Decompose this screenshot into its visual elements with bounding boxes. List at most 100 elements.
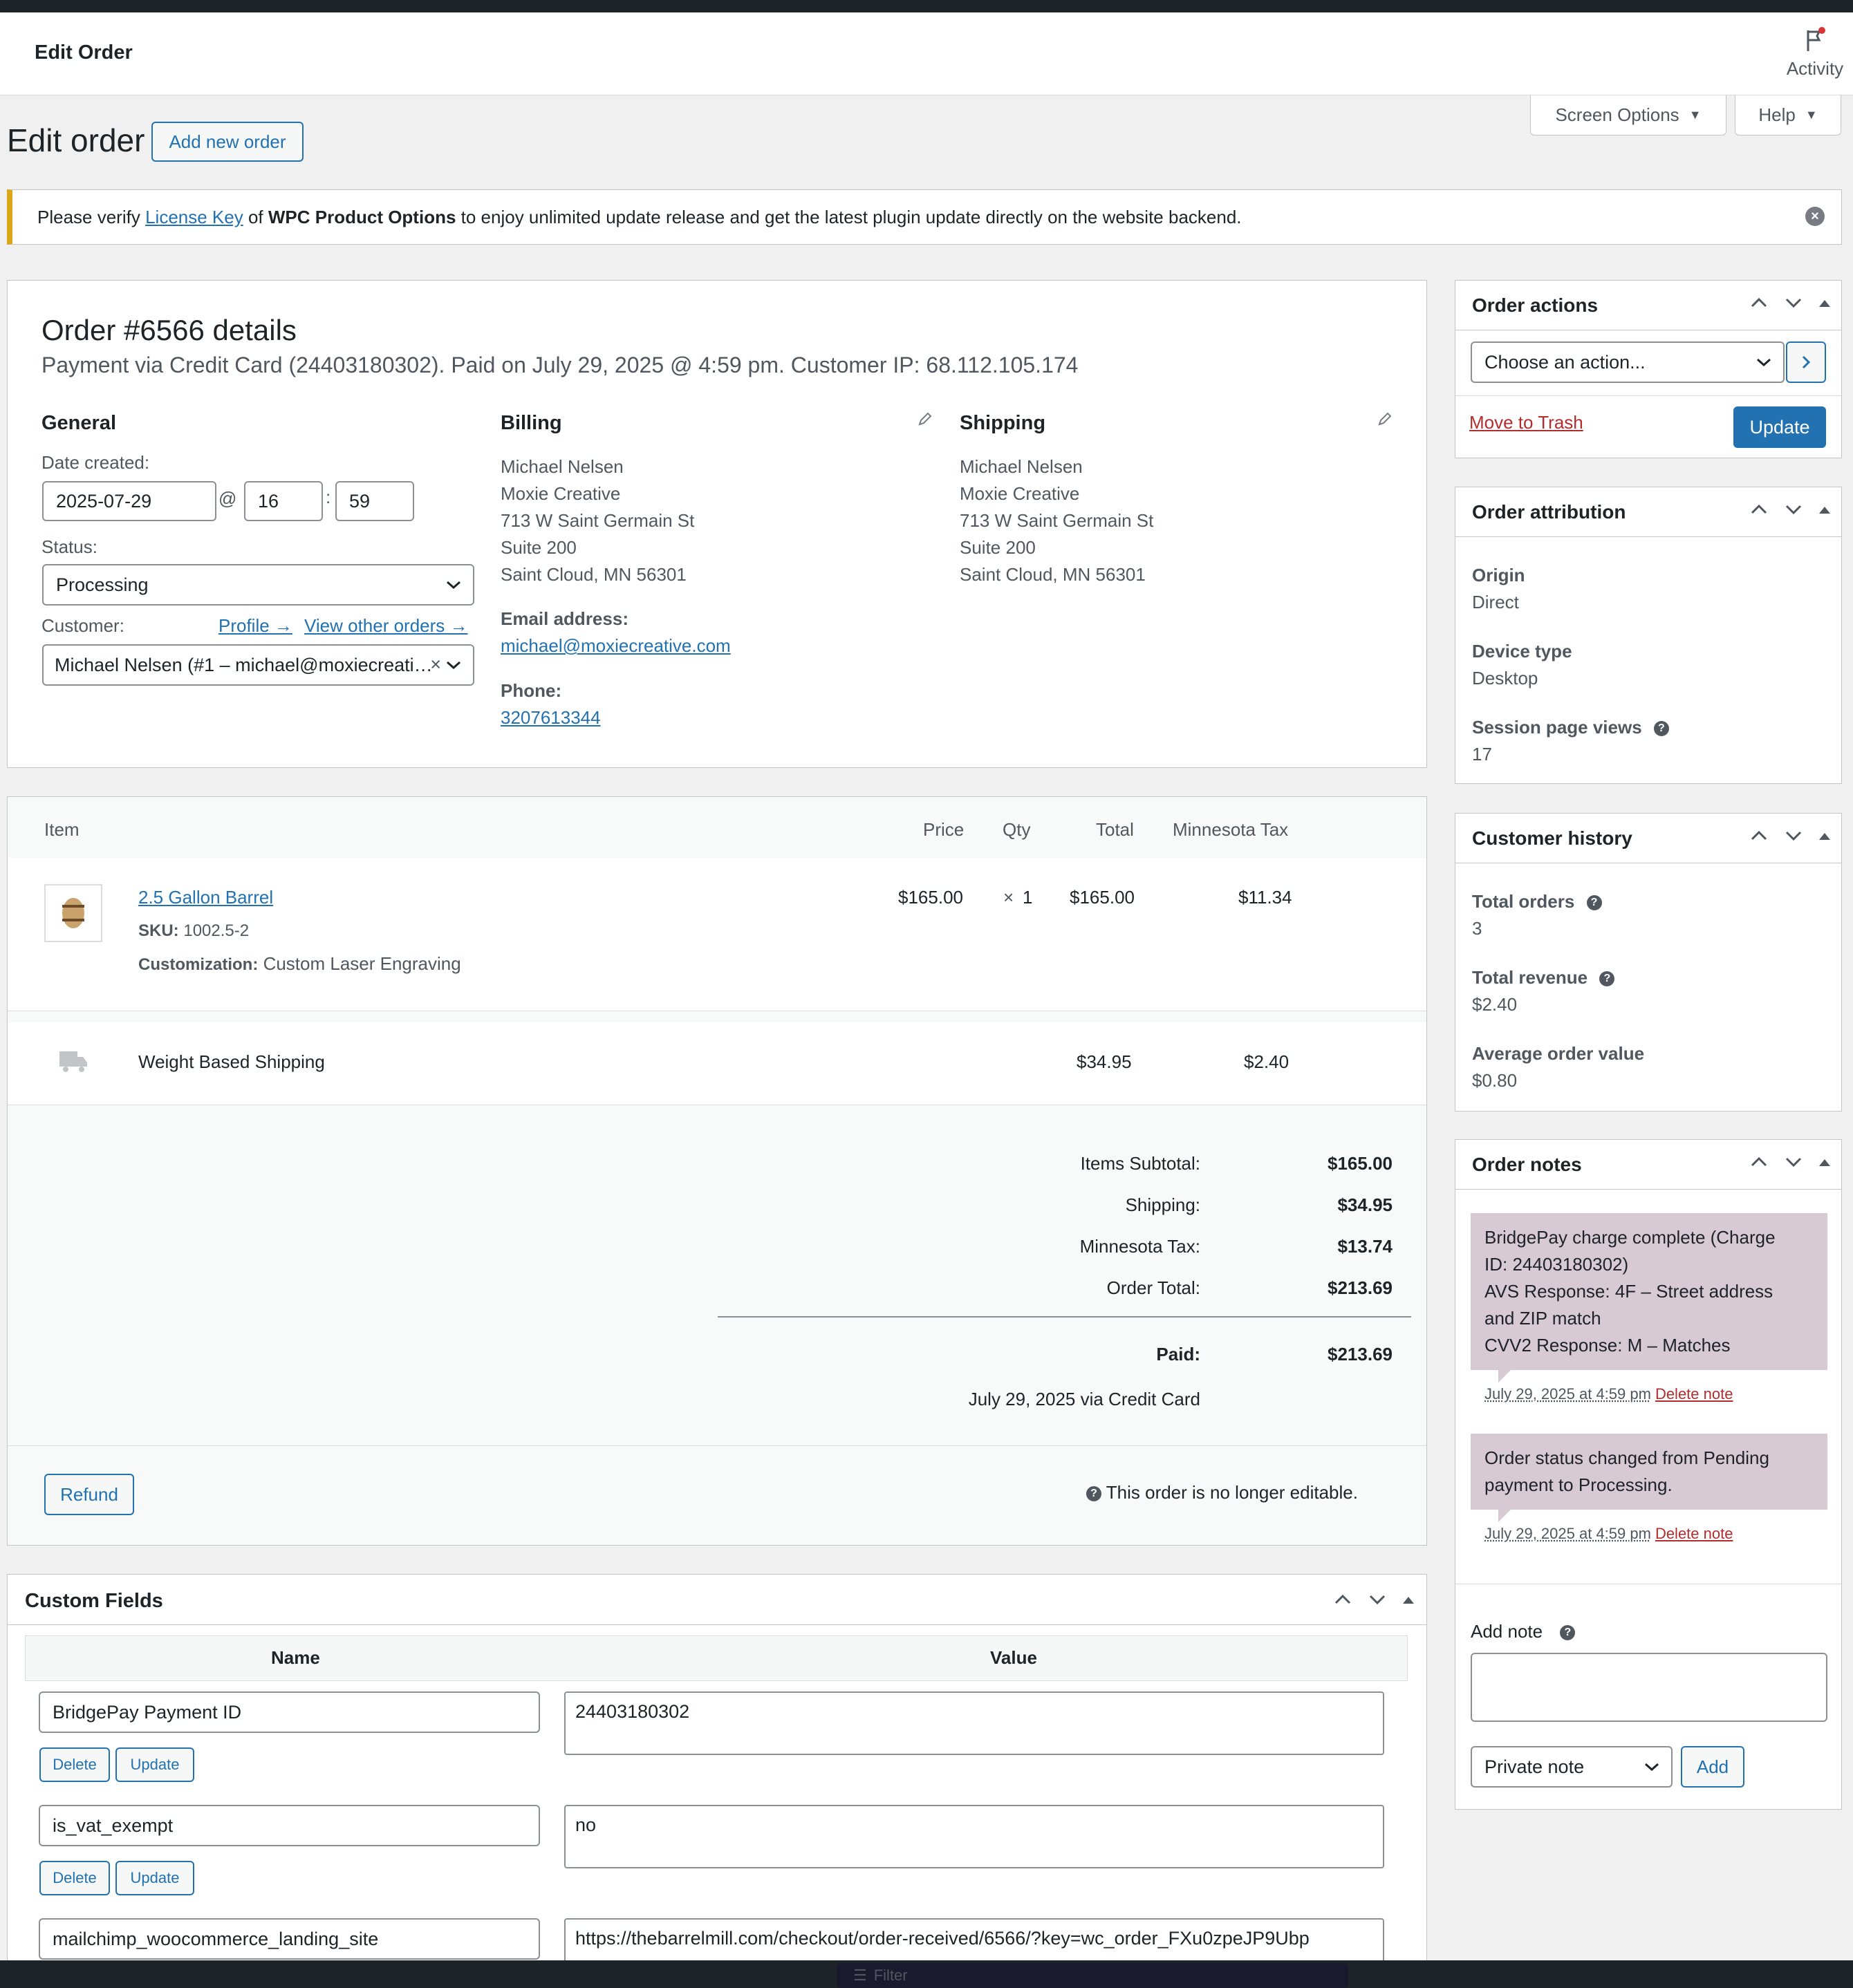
- notice-pre: Please verify: [37, 206, 146, 227]
- totals-labels: Items Subtotal: Shipping: Minnesota Tax:…: [976, 1143, 1200, 1309]
- move-to-trash-link[interactable]: Move to Trash: [1469, 412, 1583, 433]
- order-action-select[interactable]: Choose an action...: [1471, 341, 1785, 383]
- order-items-panel: Item Price Qty Total Minnesota Tax 2.5 G…: [7, 796, 1427, 1546]
- origin-value: Direct: [1472, 592, 1519, 612]
- add-note-label-text: Add note: [1471, 1621, 1543, 1642]
- chevron-down-icon[interactable]: [1785, 830, 1803, 841]
- minute-input[interactable]: 59: [335, 481, 414, 521]
- activity-button[interactable]: Activity: [1777, 26, 1853, 79]
- collapse-toggle-icon[interactable]: [1403, 1595, 1414, 1604]
- help-icon: ?: [1086, 1486, 1101, 1502]
- shipping-line-row: Weight Based Shipping $34.95 $2.40: [8, 1022, 1426, 1105]
- subtotal-label: Items Subtotal:: [1080, 1153, 1200, 1174]
- value-column-header: Value: [990, 1647, 1037, 1668]
- note-type-select[interactable]: Private note: [1471, 1746, 1673, 1788]
- note-line: ID: 24403180302): [1484, 1254, 1629, 1275]
- shipping-total-label: Shipping:: [1125, 1194, 1200, 1215]
- customization-value: Custom Laser Engraving: [263, 953, 461, 974]
- screen-options-button[interactable]: Screen Options ▼: [1530, 95, 1726, 135]
- email-link[interactable]: michael@moxiecreative.com: [501, 635, 731, 657]
- view-other-orders-link[interactable]: View other orders →: [304, 615, 468, 637]
- flag-icon: [1807, 27, 1825, 51]
- refund-button[interactable]: Refund: [44, 1474, 134, 1515]
- chevron-up-icon[interactable]: [1750, 830, 1768, 841]
- delete-field-button[interactable]: Delete: [39, 1861, 110, 1895]
- customer-value: Michael Nelsen (#1 – michael@moxiecreati…: [55, 654, 433, 675]
- chevron-up-icon[interactable]: [1750, 504, 1768, 515]
- update-field-button[interactable]: Update: [115, 1747, 194, 1782]
- notice-post: to enjoy unlimited update release and ge…: [456, 206, 1242, 227]
- status-select[interactable]: Processing: [42, 564, 474, 606]
- panel-controls: [1334, 1594, 1414, 1605]
- total-revenue-label: Total revenue ?: [1472, 967, 1615, 988]
- custom-field-value-textarea[interactable]: 24403180302: [564, 1691, 1384, 1755]
- update-order-button[interactable]: Update: [1733, 406, 1826, 448]
- filter-field[interactable]: ☰ Filter: [837, 1963, 1348, 1988]
- aov-value: $0.80: [1472, 1070, 1518, 1091]
- collapse-toggle-icon[interactable]: [1819, 505, 1830, 514]
- date-input[interactable]: 2025-07-29: [42, 481, 216, 521]
- pencil-icon[interactable]: [1377, 411, 1393, 427]
- add-note-textarea[interactable]: [1471, 1653, 1827, 1722]
- update-field-button[interactable]: Update: [115, 1861, 194, 1895]
- custom-field-name-input[interactable]: mailchimp_woocommerce_landing_site: [39, 1918, 540, 1960]
- paid-label: Paid:: [1156, 1344, 1200, 1365]
- shipping-heading: Shipping: [960, 412, 1046, 434]
- apply-action-button[interactable]: [1786, 341, 1826, 383]
- shipping-method-name: Weight Based Shipping: [138, 1051, 325, 1072]
- add-note-button[interactable]: Add: [1681, 1746, 1744, 1788]
- customization-label: Customization:: [138, 955, 259, 974]
- delete-field-button[interactable]: Delete: [39, 1747, 110, 1782]
- help-button[interactable]: Help ▼: [1735, 95, 1841, 135]
- chevron-up-icon[interactable]: [1750, 1156, 1768, 1168]
- totals-values: $165.00 $34.95 $13.74 $213.69: [1252, 1143, 1393, 1309]
- clear-icon[interactable]: ×: [430, 654, 441, 675]
- header-title: Edit Order: [35, 41, 133, 64]
- add-new-order-button[interactable]: Add new order: [151, 122, 304, 162]
- order-notes-box: Order notes BridgePay charge complete (C…: [1455, 1139, 1842, 1810]
- billing-line: Suite 200: [501, 537, 577, 558]
- license-key-link[interactable]: License Key: [145, 207, 243, 227]
- customer-select[interactable]: Michael Nelsen (#1 – michael@moxiecreati…: [42, 644, 474, 686]
- collapse-toggle-icon[interactable]: [1819, 832, 1830, 840]
- help-icon[interactable]: ?: [1560, 1625, 1576, 1641]
- product-link[interactable]: 2.5 Gallon Barrel: [138, 887, 273, 908]
- custom-field-value-textarea[interactable]: no: [564, 1805, 1384, 1868]
- not-editable-text: This order is no longer editable.: [1106, 1482, 1358, 1503]
- history-title: Customer history: [1472, 827, 1632, 849]
- page-views-value: 17: [1472, 744, 1492, 765]
- note-date: July 29, 2025 at 4:59 pm: [1484, 1525, 1651, 1542]
- custom-field-name-input[interactable]: BridgePay Payment ID: [39, 1691, 540, 1733]
- chevron-down-icon[interactable]: [1785, 504, 1803, 515]
- page-views-label: Session page views ?: [1472, 717, 1669, 738]
- order-subheading: Payment via Credit Card (24403180302). P…: [41, 353, 1079, 377]
- collapse-toggle-icon[interactable]: [1819, 1158, 1830, 1166]
- chevron-down-icon[interactable]: [1368, 1594, 1386, 1605]
- help-icon[interactable]: ?: [1653, 721, 1669, 737]
- col-tax: Minnesota Tax: [1173, 819, 1289, 840]
- col-total: Total: [1096, 819, 1134, 840]
- history-header: Customer history: [1455, 814, 1841, 863]
- delete-note-link[interactable]: Delete note: [1655, 1525, 1733, 1542]
- hour-input[interactable]: 16: [244, 481, 323, 521]
- delete-note-link[interactable]: Delete note: [1655, 1385, 1733, 1403]
- custom-field-name-input[interactable]: is_vat_exempt: [39, 1805, 540, 1846]
- chevron-down-icon[interactable]: [1785, 1156, 1803, 1168]
- chevron-up-icon[interactable]: [1334, 1594, 1352, 1605]
- profile-link[interactable]: Profile →: [218, 615, 292, 637]
- status-label: Status:: [41, 536, 97, 557]
- help-icon[interactable]: ?: [1599, 971, 1615, 987]
- pencil-icon[interactable]: [917, 411, 933, 427]
- note-tail: [1498, 1510, 1511, 1522]
- chevron-up-icon[interactable]: [1750, 297, 1768, 308]
- chevron-down-icon: [447, 581, 460, 590]
- collapse-toggle-icon[interactable]: [1819, 299, 1830, 307]
- total-revenue-label-text: Total revenue: [1472, 967, 1588, 988]
- chevron-down-icon[interactable]: [1785, 297, 1803, 308]
- dismiss-icon[interactable]: ×: [1805, 207, 1825, 226]
- col-price: Price: [923, 819, 965, 840]
- page-title: Edit order: [7, 122, 145, 158]
- order-actions-box: Order actions Choose an action... Move t…: [1455, 280, 1842, 458]
- phone-link[interactable]: 3207613344: [501, 707, 601, 729]
- help-icon[interactable]: ?: [1586, 895, 1602, 911]
